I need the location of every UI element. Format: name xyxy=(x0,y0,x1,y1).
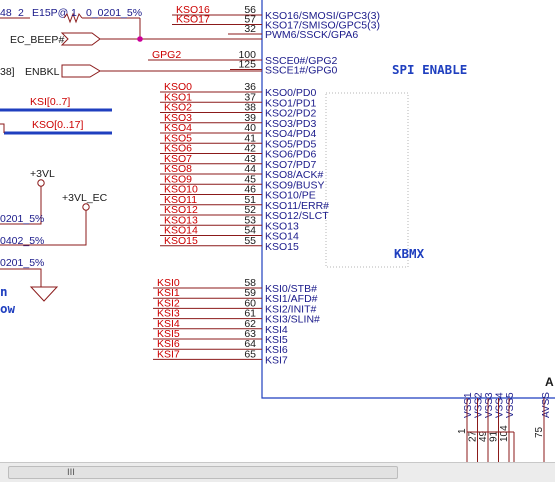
power-3vl-label: +3VL xyxy=(30,168,55,180)
horizontal-scrollbar[interactable]: III xyxy=(0,462,555,482)
enbkl-net-label: ENBKL xyxy=(25,66,60,78)
enbkl-offpage-connector xyxy=(61,64,101,78)
ec-beep-offpage-connector xyxy=(60,32,101,46)
power-3vl-ec-label: +3VL_EC xyxy=(62,192,108,204)
kbmx-title: KBMX xyxy=(394,246,425,261)
resistor-ref-fragment: 48 xyxy=(0,7,12,19)
note-fragment-1: n xyxy=(0,284,8,299)
resistor-part-label: E15P@ xyxy=(32,7,68,19)
ground-pin-name: VSS4 xyxy=(495,392,506,418)
corner-text-fragment: A xyxy=(545,375,554,389)
resistor-right-pin-num: 1 xyxy=(71,7,77,19)
resistor-package-label: 0_0201_5% xyxy=(86,7,142,19)
junction-dot xyxy=(137,36,143,42)
net-label: KSI7 xyxy=(157,348,180,360)
kso-bus-label: KSO[0..17] xyxy=(32,119,83,131)
pin-number: 65 xyxy=(244,348,256,360)
scrollbar-thumb[interactable]: III xyxy=(8,466,398,479)
pin-name: SSCE1#/GPG0 xyxy=(265,65,338,77)
ground-pin-number: 1 xyxy=(457,428,468,434)
ground-pin-name: VSS1 xyxy=(463,392,474,418)
ksi-bus-label: KSI[0..7] xyxy=(30,96,70,108)
spi-enable-title: SPI ENABLE xyxy=(392,62,467,77)
schematic-canvas: 48 2 E15P@ 1 0_0201_5% EC_BEEP# 38] ENBK… xyxy=(0,0,555,462)
resistor-value-label-1: 0201_5% xyxy=(0,213,44,225)
pin-name: PWM6/SSCK/GPA6 xyxy=(265,29,358,41)
kso-bus-stub xyxy=(0,123,5,133)
resistor-left-pin-num: 2 xyxy=(18,7,24,19)
ground-pin-name: VSS5 xyxy=(505,392,516,418)
kbmx-group-box xyxy=(325,92,409,268)
enbkl-ref-fragment: 38] xyxy=(0,66,15,78)
power-3vl-pin xyxy=(37,179,45,187)
note-fragment-2: ow xyxy=(0,301,16,316)
pin-number: 125 xyxy=(238,59,256,71)
scrollbar-grip-icon: III xyxy=(67,468,75,478)
pin-name: KSO15 xyxy=(265,241,299,253)
avss-pin-number: 75 xyxy=(534,426,545,438)
net-label: KSO15 xyxy=(164,235,198,247)
resistor-value-label-2: 0402_5% xyxy=(0,235,44,247)
net-label: KSO17 xyxy=(176,14,210,26)
power-3vl-ec-pin xyxy=(82,203,90,211)
net-label: GPG2 xyxy=(152,49,181,61)
ground-pin-number: 104 xyxy=(499,425,510,442)
ground-symbol xyxy=(29,286,59,302)
avss-pin-name: AVSS xyxy=(541,392,552,418)
ground-pin-name: VSS3 xyxy=(484,392,495,418)
resistor-value-label-3: 0201_5% xyxy=(0,257,44,269)
ec-beep-net-label: EC_BEEP# xyxy=(10,34,64,46)
pin-name: KSI7 xyxy=(265,354,288,366)
pin-number: 32 xyxy=(244,23,256,35)
pin-number: 55 xyxy=(244,235,256,247)
ground-pin-name: VSS2 xyxy=(474,392,485,418)
